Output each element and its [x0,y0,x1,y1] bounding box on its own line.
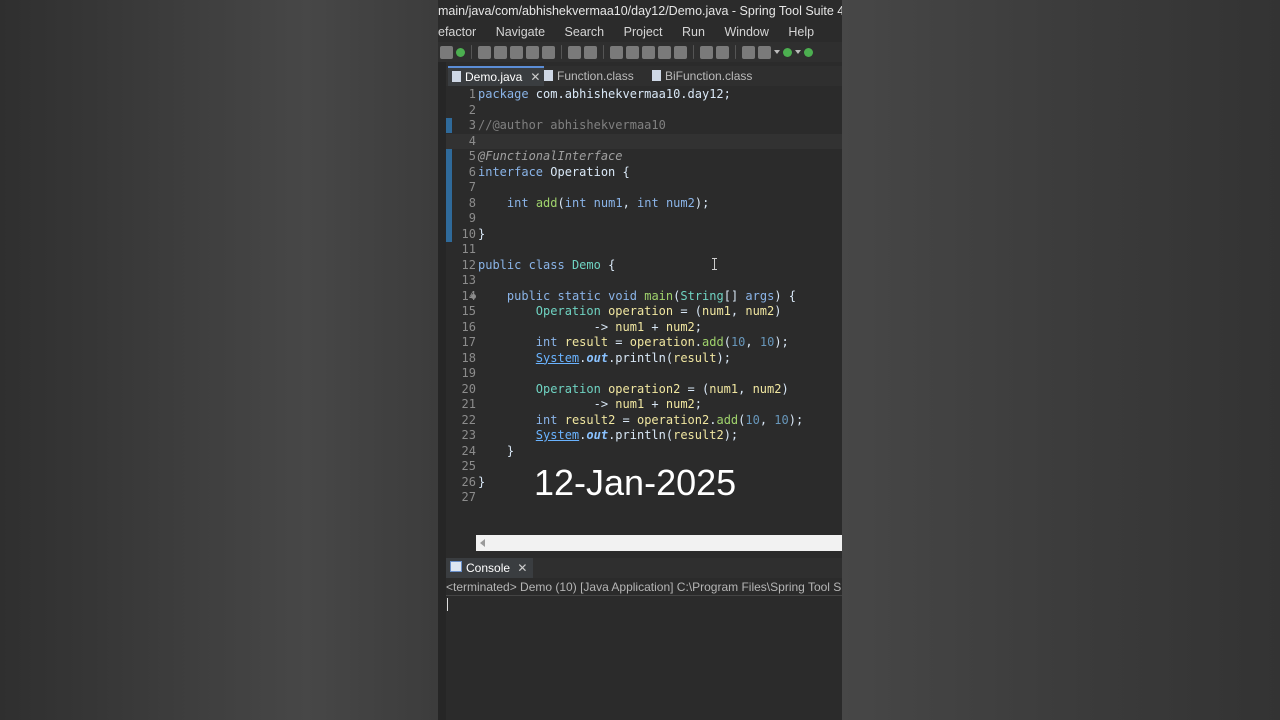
close-icon[interactable]: ✕ [517,561,527,575]
horizontal-scrollbar[interactable] [476,535,842,551]
tab-console[interactable]: Console ✕ [446,558,534,578]
java-file-icon [452,71,461,82]
code-line: 11 [461,242,476,256]
code-line: 17 int result = operation.add(10, 10); [461,335,789,349]
code-line: 18 System.out.println(result); [461,350,731,365]
menu-navigate[interactable]: Navigate [496,25,545,39]
text-cursor [712,258,717,270]
toolbar-icon[interactable] [568,45,581,59]
background-right [842,0,1280,720]
toolbar-icon[interactable] [626,45,639,59]
code-line: 12 public class Demo { [461,257,616,272]
class-file-icon [544,70,553,81]
tab-demo-java[interactable]: Demo.java ✕ [448,66,544,86]
date-overlay: 12-Jan-2025 [534,462,737,503]
close-icon[interactable]: ✕ [530,70,540,84]
menu-bar: efactor Navigate Search Project Run Wind… [438,22,842,42]
tab-function-class[interactable]: Function.class [544,66,644,86]
code-line: 2 [468,102,476,117]
chevron-down-icon[interactable] [795,50,801,54]
code-line: 13 [461,273,476,287]
code-line: 24 } [461,443,515,458]
toolbar-icon[interactable] [642,45,655,59]
toolbar-icon[interactable] [700,45,713,59]
toolbar-debug-icon[interactable] [758,45,771,59]
toolbar-icon[interactable] [542,45,555,59]
toolbar-run-icon[interactable] [804,47,813,57]
code-line: 20 Operation operation2 = (num1, num2) [461,381,789,396]
menu-refactor[interactable]: efactor [438,25,476,39]
code-line: 6 interface Operation { [468,164,630,179]
code-line: 22 int result2 = operation2.add(10, 10); [461,412,804,427]
code-line: 16 -> num1 + num2; [461,319,703,334]
menu-run[interactable]: Run [682,25,705,39]
toolbar-icon[interactable] [510,45,523,59]
toolbar-separator [561,45,562,59]
background-left [0,0,438,720]
menu-help[interactable]: Help [788,25,814,39]
toolbar-separator [471,45,472,59]
menu-window[interactable]: Window [724,25,768,39]
code-line: 23 System.out.println(result2); [461,428,739,442]
class-file-icon [652,70,661,81]
toolbar-run-icon[interactable] [456,47,465,57]
toolbar-icon[interactable] [584,45,597,59]
code-line: 7 [468,180,476,194]
code-line: 10} [461,226,486,241]
toolbar-icon[interactable] [658,45,671,59]
code-line: 15 Operation operation = (num1, num2) [461,304,782,318]
chevron-down-icon[interactable] [774,50,780,54]
toolbar-icon[interactable] [716,45,729,59]
scroll-left-icon[interactable] [480,539,485,547]
toolbar-separator [693,45,694,59]
code-line: 5 @FunctionalInterface [468,149,623,163]
console-status: <terminated> Demo (10) [Java Application… [446,579,842,596]
toolbar-separator [603,45,604,59]
toolbar-icon[interactable] [742,45,755,59]
toolbar-separator [735,45,736,59]
toolbar-icon[interactable] [526,45,539,59]
left-gutter [438,62,446,720]
toolbar-icon[interactable] [674,45,687,59]
code-line: 14 public static void main(String[] args… [461,288,797,303]
code-line: 3//@author abhishekvermaa10 [468,118,666,132]
code-line: 19 [461,366,476,380]
console-cursor [447,598,448,611]
window-title: main/java/com/abhishekvermaa10/day12/Dem… [438,0,842,22]
console-icon [450,561,462,572]
code-line: 21 -> num1 + num2; [461,397,703,411]
tab-bifunction-class[interactable]: BiFunction.class [652,66,762,86]
toolbar-icon[interactable] [478,45,491,59]
console-output[interactable] [446,596,842,720]
toolbar-run-icon[interactable] [783,47,792,57]
fold-marker-icon[interactable] [471,293,476,299]
code-line: 9 [468,211,476,225]
toolbar-icon[interactable] [440,45,453,59]
ide-window: main/java/com/abhishekvermaa10/day12/Dem… [438,0,842,720]
toolbar-icon[interactable] [610,45,623,59]
code-line: 1 package com.abhishekvermaa10.day12; [468,87,731,101]
console-tabs: Console ✕ [446,558,842,578]
code-line-current: 4 [446,133,842,149]
toolbar-icon[interactable] [494,45,507,59]
menu-search[interactable]: Search [565,25,605,39]
menu-project[interactable]: Project [624,25,663,39]
code-line: 8 int add(int num1, int num2); [468,195,710,210]
editor-tabs: Demo.java ✕ Function.class BiFunction.cla… [446,66,842,86]
toolbar [438,42,842,62]
